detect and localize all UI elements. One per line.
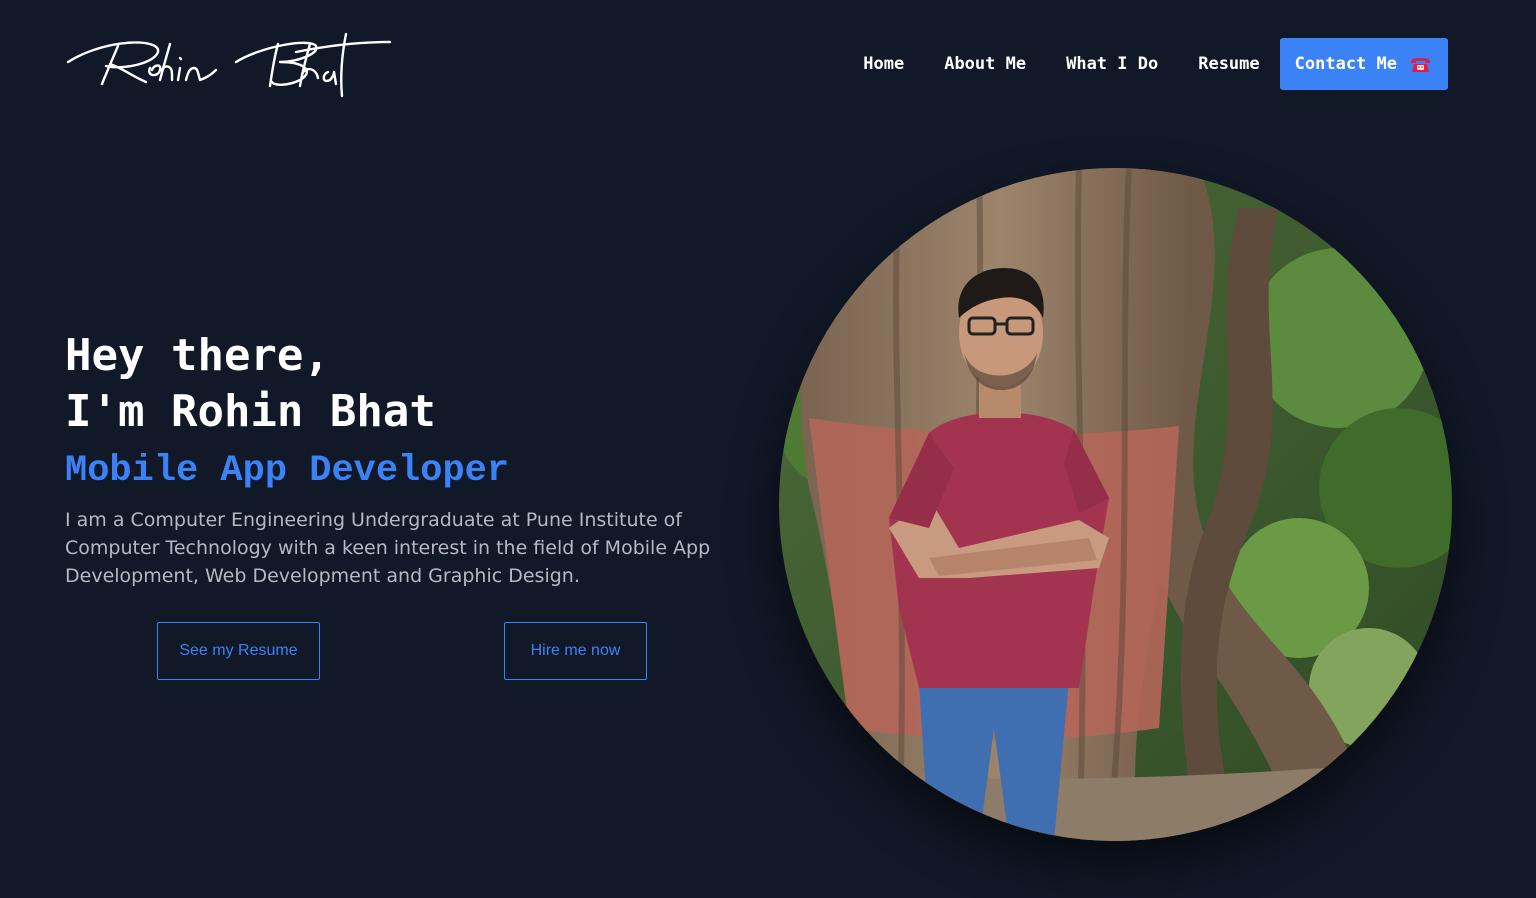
telephone-icon <box>1410 56 1431 73</box>
nav-what-i-do-link[interactable]: What I Do <box>1066 54 1158 74</box>
nav-home-link[interactable]: Home <box>863 54 904 74</box>
profile-photo <box>779 168 1452 841</box>
hero-role: Mobile App Developer <box>65 450 510 492</box>
portfolio-page: Home About Me What I Do Resume Contact M… <box>0 0 1536 898</box>
hero-description: I am a Computer Engineering Undergraduat… <box>65 509 711 587</box>
main-nav: Home About Me What I Do Resume Contact M… <box>863 38 1448 90</box>
contact-me-label: Contact Me <box>1294 54 1397 74</box>
nav-resume-link[interactable]: Resume <box>1198 54 1259 74</box>
signature-logo[interactable] <box>66 28 392 100</box>
hero-heading: Hey there, I'm Rohin Bhat <box>65 328 436 440</box>
hire-me-button[interactable]: Hire me now <box>504 622 647 680</box>
hero-name: I'm Rohin Bhat <box>65 386 436 437</box>
nav-about-link[interactable]: About Me <box>944 54 1026 74</box>
see-resume-button[interactable]: See my Resume <box>157 622 320 680</box>
hero-greeting: Hey there, <box>65 330 330 381</box>
contact-me-button[interactable]: Contact Me <box>1279 38 1448 90</box>
